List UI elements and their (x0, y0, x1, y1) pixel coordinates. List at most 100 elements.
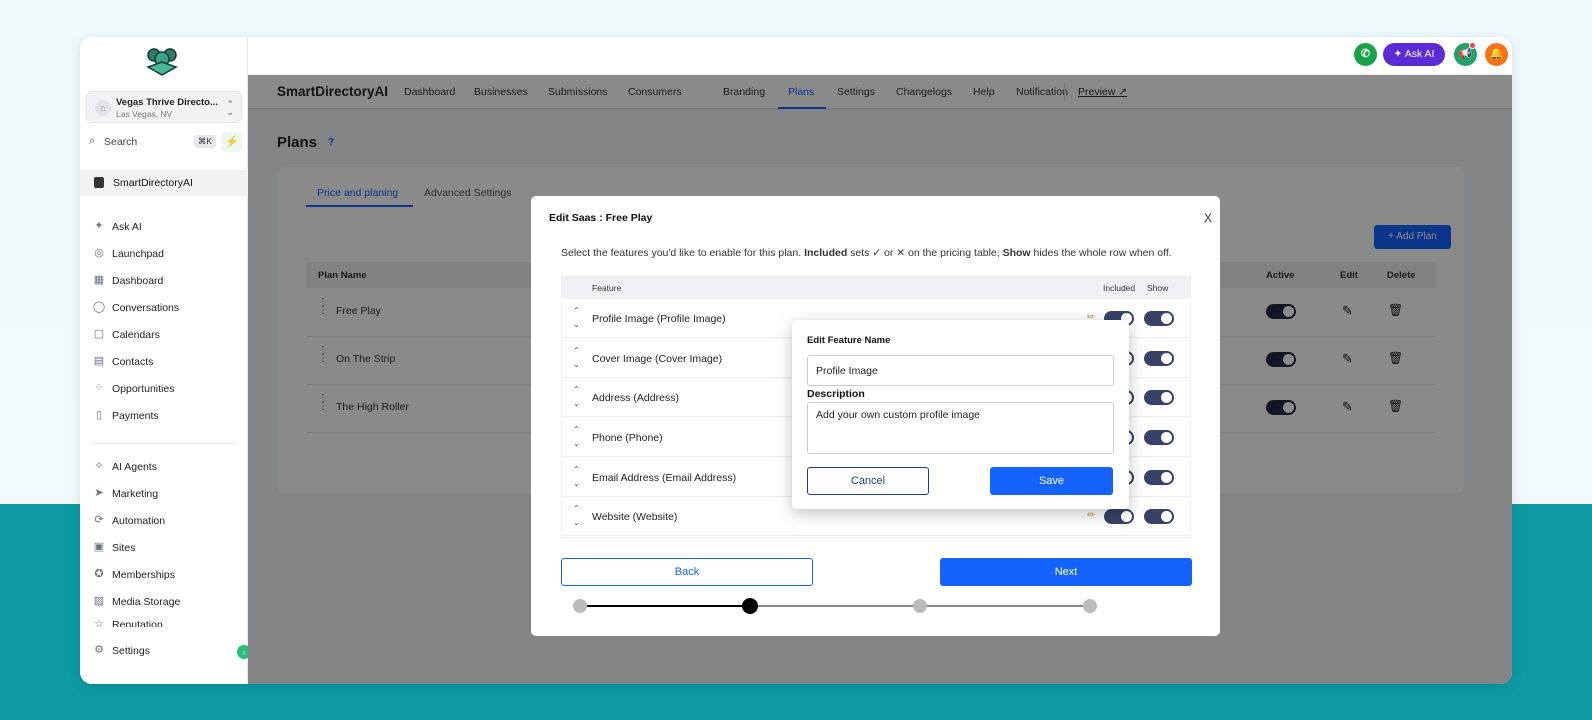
show-toggle[interactable] (1144, 470, 1174, 485)
sidebar-item-calendars[interactable]: ▢ Calendars (80, 325, 248, 347)
edit-feature-dialog: Edit Feature Name Description Add your o… (792, 320, 1129, 509)
notifications-button[interactable]: 🔔 (1485, 43, 1508, 66)
location-switcher[interactable]: ⌂ Vegas Thrive Directo... Las Vegas, NV … (86, 91, 242, 123)
step-1[interactable] (573, 599, 587, 613)
column-feature: Feature (592, 283, 622, 293)
sidebar-item-label: Media Storage (112, 596, 181, 608)
sidebar-item-marketing[interactable]: ➤ Marketing (80, 484, 248, 506)
reorder-arrows-icon[interactable]: ⌃ ⌄ (573, 383, 580, 411)
sidebar-item-conversations[interactable]: ◯ Conversations (80, 298, 248, 320)
description-textarea[interactable]: Add your own custom profile image (807, 402, 1114, 454)
sparkle-icon: ✦ (94, 220, 104, 232)
chat-icon: ◯ (92, 301, 106, 313)
reorder-arrows-icon[interactable]: ⌃ ⌄ (573, 423, 580, 451)
sidebar-item-label: AI Agents (112, 461, 157, 473)
reorder-arrows-icon[interactable]: ⌃ ⌄ (573, 344, 580, 372)
phone-button[interactable]: ✆ (1354, 43, 1377, 66)
location-pin-icon: ⌂ (95, 100, 111, 116)
book-icon (94, 177, 104, 188)
sidebar-item-ask-ai[interactable]: ✦ Ask AI (80, 217, 248, 239)
app-window: ⌂ Vegas Thrive Directo... Las Vegas, NV … (80, 37, 1512, 684)
location-city: Las Vegas, NV (116, 109, 173, 119)
automation-icon: ⟳ (94, 514, 104, 526)
step-3[interactable] (913, 599, 927, 613)
save-button[interactable]: Save (990, 467, 1113, 495)
sidebar-item-opportunities[interactable]: ⁘ Opportunities (80, 379, 248, 401)
sidebar-item-label: Contacts (112, 356, 154, 368)
sidebar-item-label: SmartDirectoryAI (113, 177, 193, 189)
main-content: SmartDirectoryAI Dashboard Businesses Su… (248, 75, 1512, 684)
show-toggle[interactable] (1144, 430, 1174, 445)
sidebar-divider (92, 443, 236, 444)
sidebar-item-label: Dashboard (112, 275, 164, 287)
sidebar-item-label: Calendars (112, 329, 160, 341)
close-button[interactable]: X (1204, 211, 1212, 225)
sidebar-item-memberships[interactable]: ✪ Memberships (80, 565, 248, 587)
logo-icon (144, 45, 180, 79)
location-name: Vegas Thrive Directo... (116, 97, 218, 108)
sidebar-item-reputation[interactable]: ☆ Reputation (80, 615, 248, 627)
show-toggle[interactable] (1144, 390, 1174, 405)
search-shortcut: ⌘K (193, 135, 216, 148)
chevron-updown-icon: ⌃ ⌄ (226, 99, 234, 117)
bell-icon: 🔔 (1489, 48, 1504, 60)
sidebar: ⌂ Vegas Thrive Directo... Las Vegas, NV … (80, 37, 251, 684)
chevron-left-icon: ‹ (242, 647, 246, 657)
next-button[interactable]: Next (940, 558, 1192, 586)
sidebar-item-label: Conversations (112, 302, 180, 314)
cancel-button[interactable]: Cancel (807, 467, 929, 495)
modal-description: Select the features you'd like to enable… (561, 246, 1201, 260)
sidebar-item-label: Sites (112, 542, 136, 554)
pencil-icon[interactable]: ✏ (1087, 510, 1095, 521)
reorder-arrows-icon[interactable]: ⌃ ⌄ (573, 304, 580, 332)
sidebar-item-sites[interactable]: ▣ Sites (80, 538, 248, 560)
stepper-line-complete (580, 605, 750, 607)
image-icon: ▨ (93, 595, 105, 607)
opportunities-icon: ⁘ (94, 382, 104, 394)
sidebar-item-contacts[interactable]: ▤ Contacts (80, 352, 248, 374)
sidebar-item-automation[interactable]: ⟳ Automation (80, 511, 248, 533)
sidebar-search[interactable]: ⌕ Search ⌘K (86, 132, 216, 152)
description-included: Included (804, 247, 848, 259)
sidebar-item-dashboard[interactable]: ▦ Dashboard (80, 271, 248, 293)
gear-icon: ⚙ (94, 644, 104, 656)
show-toggle[interactable] (1144, 311, 1174, 326)
reorder-arrows-icon[interactable]: ⌃ ⌄ (573, 502, 580, 530)
description-text: sets ✓ or ✕ on the pricing table; (847, 247, 1003, 259)
search-icon: ⌕ (89, 135, 96, 147)
feature-name: Website (Website) (592, 511, 678, 523)
send-icon: ➤ (94, 487, 104, 499)
sidebar-item-launchpad[interactable]: ◎ Launchpad (80, 244, 248, 266)
sidebar-item-label: Payments (112, 410, 159, 422)
back-button[interactable]: Back (561, 558, 813, 586)
sidebar-item-label: Marketing (112, 488, 159, 500)
show-toggle[interactable] (1144, 351, 1174, 366)
step-2-current[interactable] (742, 598, 758, 614)
features-table-header: Feature Included Show (562, 277, 1190, 299)
sidebar-item-media-storage[interactable]: ▨ Media Storage (80, 592, 248, 614)
column-show: Show (1147, 283, 1169, 293)
feature-name-input[interactable] (807, 355, 1114, 386)
show-toggle[interactable] (1144, 509, 1174, 524)
sidebar-item-label: Reputation (112, 619, 163, 627)
feature-name: Address (Address) (592, 392, 679, 404)
search-label: Search (104, 136, 138, 148)
sidebar-item-settings[interactable]: ⚙ Settings (80, 641, 248, 663)
top-bar: ✆ ✦ Ask AI 📢 🔔 ? TG (248, 37, 1512, 75)
description-label: Description (807, 388, 865, 400)
sidebar-item-ai-agents[interactable]: ✧ AI Agents (80, 457, 248, 479)
star-icon: ☆ (94, 618, 104, 627)
feature-name: Cover Image (Cover Image) (592, 353, 723, 365)
quick-action-button[interactable]: ⚡ (222, 132, 242, 152)
reorder-arrows-icon[interactable]: ⌃ ⌄ (573, 463, 580, 491)
sidebar-item-payments[interactable]: ▯ Payments (80, 406, 248, 428)
included-toggle[interactable] (1104, 509, 1134, 524)
grid-icon: ▦ (93, 274, 105, 286)
rocket-icon: ◎ (94, 247, 104, 259)
step-4[interactable] (1083, 599, 1097, 613)
ask-ai-button[interactable]: ✦ Ask AI (1383, 43, 1445, 66)
bolt-icon: ⚡ (225, 136, 239, 148)
sidebar-item-label: Settings (112, 645, 150, 657)
sidebar-item-smartdirectoryai[interactable]: SmartDirectoryAI (80, 170, 248, 196)
sidebar-item-label: Opportunities (112, 383, 175, 395)
